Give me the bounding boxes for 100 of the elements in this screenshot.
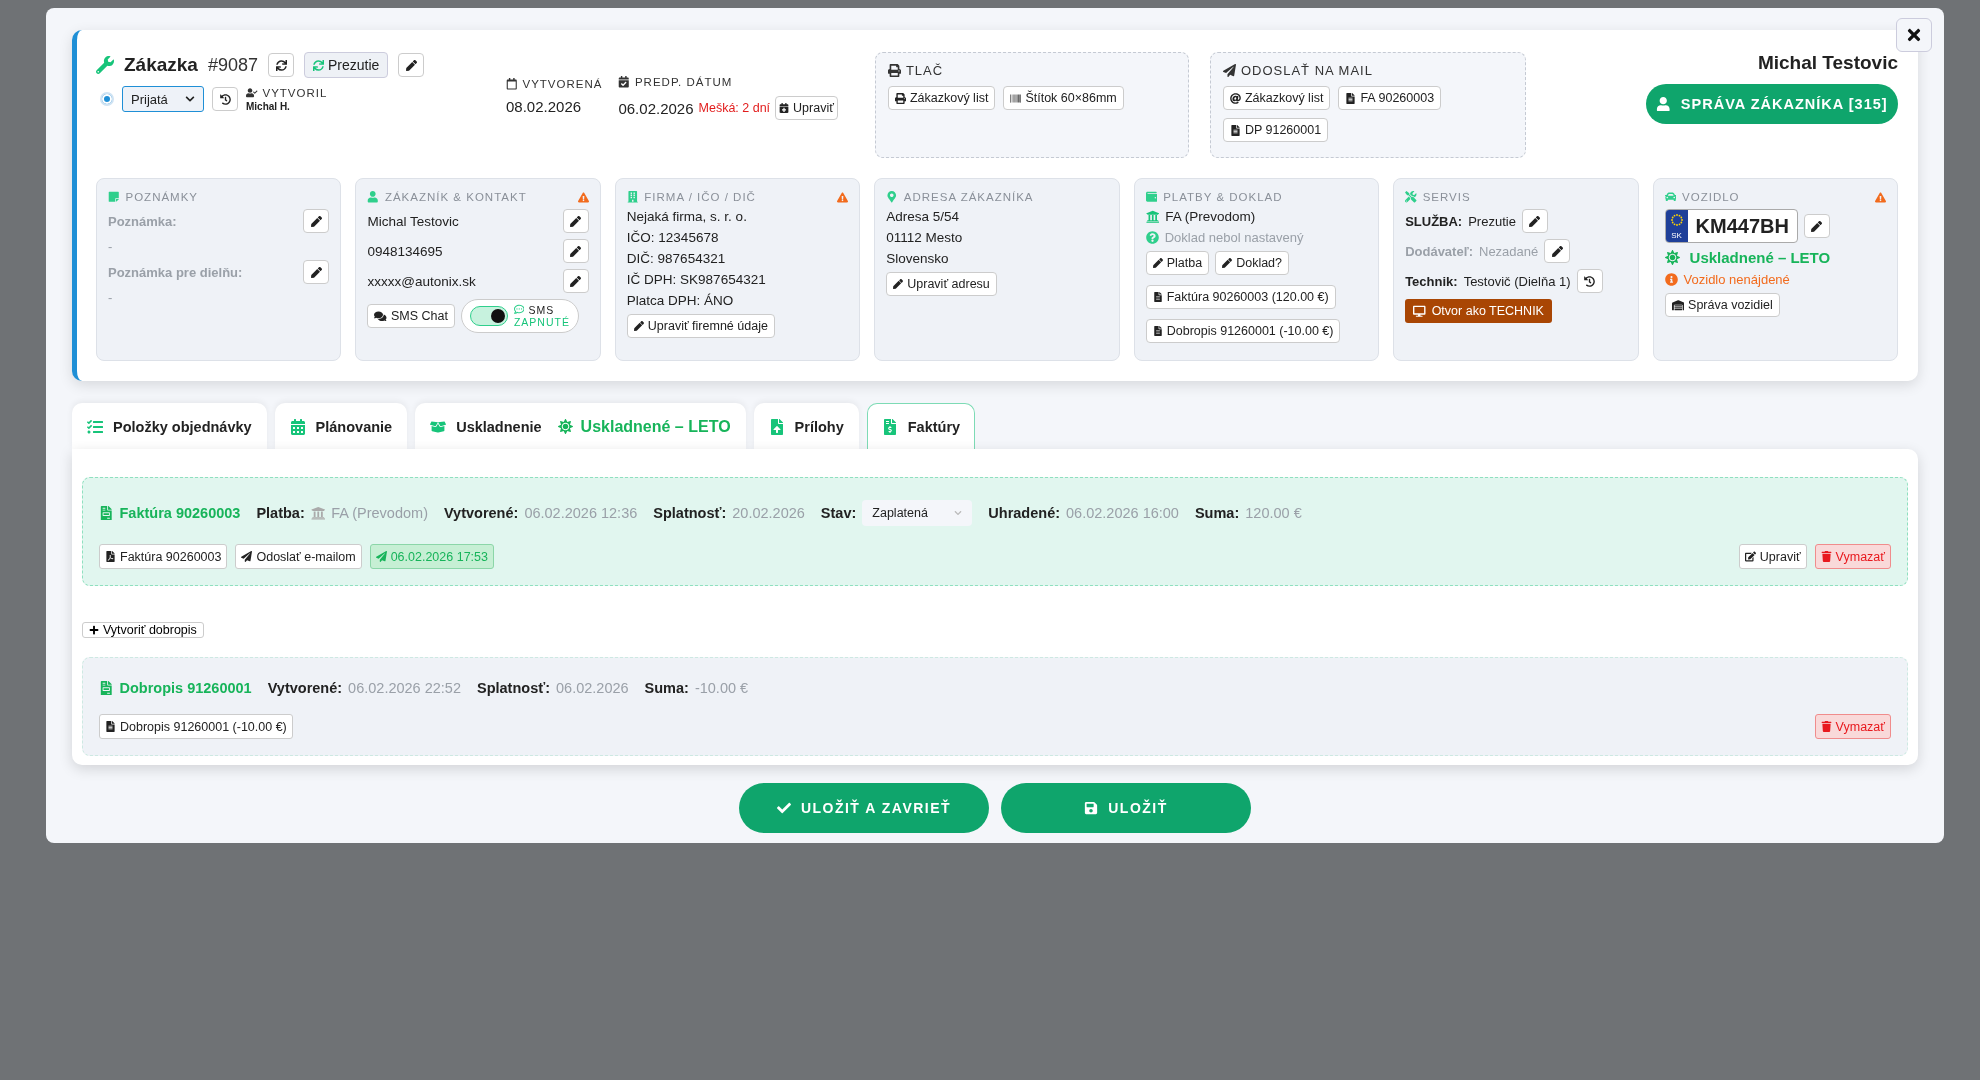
field-label: Vytvorené:: [267, 680, 343, 696]
tab[interactable]: Prílohy: [753, 403, 859, 449]
field-value: FA (Prevodom): [310, 505, 428, 521]
question-icon: [1145, 231, 1159, 244]
send-mail-button[interactable]: FA 90260003: [1338, 86, 1442, 110]
sms-toggle[interactable]: SMS ZAPNUTÉ: [460, 299, 579, 333]
close-button[interactable]: [1896, 18, 1932, 52]
print-button[interactable]: Štítok 60×86mm: [1003, 86, 1124, 110]
edit-button[interactable]: [562, 269, 589, 293]
close-icon: [1905, 26, 1923, 44]
status-select[interactable]: Zaplatená: [862, 500, 973, 526]
send-mail-button[interactable]: DP 91260001: [1222, 118, 1329, 142]
chevron-icon: [185, 94, 195, 104]
field-label: Uhradené:: [988, 505, 1061, 521]
created-date: 08.02.2026: [506, 98, 583, 115]
history-button[interactable]: [212, 87, 238, 111]
edit-button[interactable]: Upraviť firemné údaje: [626, 314, 775, 338]
field-value: -10.00 €: [694, 680, 749, 696]
car-icon: [1664, 191, 1677, 203]
field-label: Splatnosť:: [477, 680, 550, 696]
file-upload-icon: [768, 418, 785, 435]
wrench-icon: [96, 56, 114, 74]
technician-button[interactable]: Otvor ako TECHNIK: [1405, 299, 1552, 323]
pencil-icon: [570, 245, 582, 257]
file-icon: [1345, 92, 1357, 104]
edit-button[interactable]: [1544, 239, 1571, 263]
field-label: Platba:: [256, 505, 305, 521]
file-icon: [1229, 124, 1241, 136]
check-icon: [776, 801, 791, 815]
plus-icon: [89, 625, 99, 635]
note-value: -: [108, 239, 114, 254]
edit-button[interactable]: Platba: [1145, 251, 1210, 275]
service-label: Dodávateľ:: [1405, 243, 1473, 259]
history-button[interactable]: [1576, 269, 1603, 293]
storage-status: Uskladnené – LETO: [557, 417, 731, 436]
field-value: 20.02.2026: [732, 505, 805, 521]
field-label: Stav:: [820, 505, 857, 521]
card-title: ADRESA ZÁKAZNÍKA: [886, 191, 1108, 203]
sms-chat-button[interactable]: SMS Chat: [367, 304, 455, 328]
company-text: IČO: 12345678: [626, 230, 720, 245]
edit-button[interactable]: [398, 53, 425, 77]
customer-name: Michal Testovic: [1757, 52, 1898, 74]
vehicles-button[interactable]: Správa vozidiel: [1664, 293, 1780, 317]
storage-status: Uskladnené – LETO: [1664, 249, 1886, 266]
tools-icon: [1405, 191, 1417, 203]
calendar-icon: [779, 103, 790, 113]
pencil-icon: [1551, 245, 1563, 257]
service-button[interactable]: Prezutie: [304, 52, 389, 78]
user-icon: [1656, 96, 1671, 112]
save-icon: [1084, 801, 1099, 815]
edit-button[interactable]: [1521, 209, 1548, 233]
company-text: DIČ: 987654321: [626, 251, 727, 266]
pdf-icon: [105, 551, 116, 562]
edit-button[interactable]: [1803, 214, 1830, 238]
printer-icon: [894, 92, 906, 104]
field-label: Suma:: [644, 680, 689, 696]
service-label: SLUŽBA:: [1405, 213, 1463, 229]
edit-date-button[interactable]: Upraviť: [775, 96, 838, 120]
company-text: IČ DPH: SK987654321: [626, 272, 767, 287]
field-value: 06.02.2026 12:36: [524, 505, 638, 521]
created-by-name: Michal H.: [246, 100, 291, 112]
delete-button[interactable]: Vymazať: [1814, 714, 1891, 739]
at-icon: [1229, 92, 1241, 104]
edit-button[interactable]: [562, 209, 589, 233]
calendar-icon: [618, 76, 630, 88]
tab[interactable]: Faktúry: [866, 403, 976, 449]
send-mail-button[interactable]: Zákazkový list: [1222, 86, 1331, 110]
sun-icon: [1664, 250, 1680, 265]
note-icon: [108, 191, 120, 203]
status-select[interactable]: Prijatá: [122, 86, 204, 112]
refresh-button[interactable]: [268, 53, 294, 77]
print-button[interactable]: Zákazkový list: [887, 86, 996, 110]
edit-button[interactable]: Upraviť adresu: [886, 272, 997, 296]
refresh-icon: [313, 59, 324, 71]
tab[interactable]: Uskladnenie Uskladnené – LETO: [415, 403, 746, 449]
printer-icon: [887, 64, 901, 77]
user-icon: [367, 191, 379, 203]
edit-button[interactable]: [562, 239, 589, 263]
note-label: Poznámka pre dielňu:: [108, 264, 243, 280]
document-button[interactable]: Faktúra 90260003 (120.00 €): [1145, 285, 1336, 309]
sms-state: ZAPNUTÉ: [513, 316, 570, 328]
edit-button[interactable]: [303, 260, 330, 284]
delete-button[interactable]: Vymazať: [1814, 544, 1891, 569]
tab[interactable]: Položky objednávky: [72, 403, 267, 449]
plate-number: KM447BH: [1694, 214, 1790, 238]
document-button[interactable]: Dobropis 91260001 (-10.00 €): [99, 714, 293, 739]
panel-title: ODOSLAŤ NA MAIL: [1222, 63, 1513, 78]
edit-button[interactable]: Upraviť: [1738, 544, 1807, 569]
file-icon: [1152, 326, 1163, 336]
send-email-button[interactable]: Odoslať e-mailom: [235, 544, 362, 569]
eu-stars-icon: [1669, 213, 1684, 227]
document-button[interactable]: Dobropis 91260001 (-10.00 €): [1145, 319, 1341, 343]
created-label: VYTVORENÁ: [506, 78, 603, 90]
pdf-button[interactable]: Faktúra 90260003: [99, 544, 228, 569]
card-title: SERVIS: [1405, 191, 1627, 203]
document-title: Dobropis 91260001: [99, 680, 252, 696]
edit-button[interactable]: [303, 209, 330, 233]
edit-button[interactable]: Doklad?: [1215, 251, 1290, 275]
create-credit-note-button[interactable]: Vytvoriť dobropis: [82, 622, 204, 638]
tab[interactable]: Plánovanie: [274, 403, 408, 449]
